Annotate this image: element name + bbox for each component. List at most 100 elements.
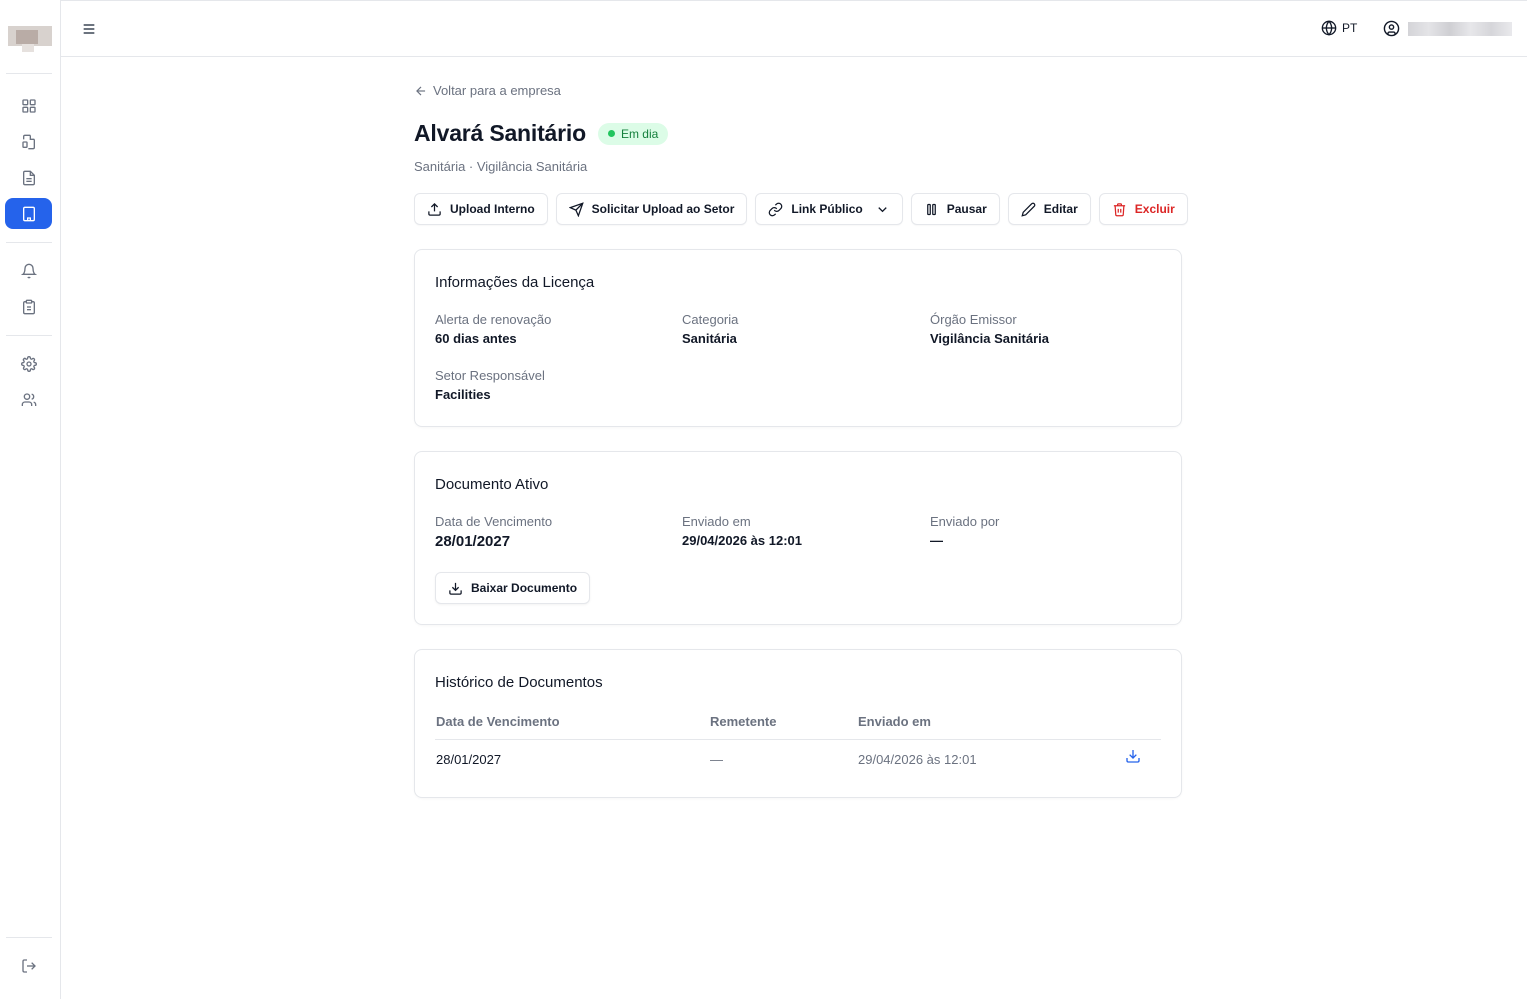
users-icon — [21, 392, 36, 406]
sidebar-item-companies[interactable] — [5, 198, 52, 229]
license-info-card: Informações da Licença Alerta de renovaç… — [414, 249, 1182, 427]
history-table: Data de Vencimento Remetente Enviado em … — [435, 710, 1161, 778]
sidebar — [0, 0, 61, 999]
globe-icon — [1321, 20, 1337, 36]
language-switcher[interactable]: PT — [1321, 20, 1357, 36]
sidebar-divider — [6, 242, 52, 243]
language-label: PT — [1342, 21, 1358, 35]
pencil-icon — [1021, 202, 1036, 217]
pause-button[interactable]: Pausar — [910, 193, 1000, 225]
row-download-button[interactable] — [1125, 748, 1141, 764]
page-title: Alvará Sanitário — [414, 120, 586, 146]
building-icon — [22, 206, 35, 221]
user-menu[interactable] — [1383, 20, 1512, 37]
row-due-date: 28/01/2027 — [436, 752, 502, 767]
issuer-field: Órgão Emissor Vigilância Sanitária — [930, 312, 1049, 346]
clipboard-icon — [22, 299, 35, 314]
file-text-icon — [22, 170, 35, 185]
delete-button[interactable]: Excluir — [1098, 193, 1188, 225]
request-upload-button[interactable]: Solicitar Upload ao Setor — [555, 193, 748, 225]
sent-by-label: Enviado por — [930, 514, 1000, 529]
top-bar: PT — [61, 0, 1527, 57]
download-icon — [449, 582, 462, 595]
table-row: 28/01/2027 — 29/04/2026 às 12:01 — [435, 740, 1161, 778]
document-history-card: Histórico de Documentos Data de Vencimen… — [414, 649, 1182, 798]
back-link-label: Voltar para a empresa — [433, 83, 561, 98]
row-sent-at: 29/04/2026 às 12:01 — [858, 752, 977, 767]
column-header: Enviado em — [858, 714, 931, 729]
pause-label: Pausar — [946, 202, 987, 216]
sidebar-item-notifications[interactable] — [5, 255, 52, 286]
sidebar-item-documents-link[interactable] — [5, 126, 52, 157]
pause-icon — [926, 203, 936, 215]
sidebar-item-tasks[interactable] — [5, 291, 52, 322]
status-dot-icon — [607, 130, 615, 137]
status-label: Em dia — [620, 126, 659, 141]
chevron-down-icon — [878, 206, 887, 212]
menu-toggle-button[interactable] — [81, 21, 97, 37]
renewal-alert-field: Alerta de renovação 60 dias antes — [435, 312, 551, 346]
sidebar-divider — [6, 335, 52, 336]
sector-field: Setor Responsável Facilities — [435, 368, 545, 402]
status-badge: Em dia — [597, 122, 669, 145]
due-date-field: Data de Vencimento 28/01/2027 — [435, 514, 552, 550]
column-header: Data de Vencimento — [436, 714, 560, 729]
active-document-card: Documento Ativo Data de Vencimento 28/01… — [414, 451, 1182, 625]
action-toolbar: Upload Interno Solicitar Upload ao Setor… — [414, 193, 1188, 225]
sent-by-field: Enviado por — — [930, 514, 999, 548]
delete-label: Excluir — [1134, 202, 1175, 216]
sent-by-value: — — [930, 533, 943, 548]
back-to-company-link[interactable]: Voltar para a empresa — [414, 83, 561, 98]
bell-icon — [20, 263, 37, 278]
logout-icon — [21, 958, 36, 973]
title-row: Alvará Sanitário Em dia — [414, 120, 669, 147]
due-date-value: 28/01/2027 — [435, 533, 511, 550]
issuer-value: Vigilância Sanitária — [930, 331, 1049, 346]
logout-button[interactable] — [5, 950, 52, 981]
renewal-alert-value: 60 dias antes — [435, 331, 517, 346]
sent-at-label: Enviado em — [682, 514, 751, 529]
table-header: Data de Vencimento Remetente Enviado em — [435, 710, 1161, 740]
sent-at-field: Enviado em 29/04/2026 às 12:01 — [682, 514, 802, 548]
sidebar-item-dashboard[interactable] — [5, 90, 52, 121]
category-field: Categoria Sanitária — [682, 312, 738, 346]
upload-internal-button[interactable]: Upload Interno — [414, 193, 548, 225]
gear-icon — [20, 355, 37, 372]
document-link-icon — [21, 134, 35, 149]
issuer-label: Órgão Emissor — [930, 312, 1017, 327]
sector-value: Facilities — [435, 387, 491, 402]
request-upload-label: Solicitar Upload ao Setor — [591, 202, 735, 216]
document-history-title: Histórico de Documentos — [435, 674, 603, 691]
user-circle-icon — [1383, 20, 1400, 37]
sent-at-value: 29/04/2026 às 12:01 — [682, 533, 802, 548]
arrow-left-icon — [416, 86, 426, 95]
download-document-label: Baixar Documento — [471, 581, 578, 595]
license-info-title: Informações da Licença — [435, 274, 595, 291]
hamburger-icon — [83, 24, 95, 34]
sector-label: Setor Responsável — [435, 368, 545, 383]
row-sender: — — [710, 752, 723, 767]
sidebar-divider — [6, 73, 52, 74]
category-label: Categoria — [682, 312, 739, 327]
sidebar-item-files[interactable] — [5, 162, 52, 193]
send-icon — [568, 201, 584, 217]
trash-icon — [1113, 202, 1125, 216]
active-document-title: Documento Ativo — [435, 476, 549, 493]
public-link-dropdown[interactable]: Link Público — [755, 193, 903, 225]
dashboard-grid-icon — [21, 98, 36, 113]
upload-icon — [428, 202, 441, 216]
due-date-label: Data de Vencimento — [435, 514, 553, 529]
edit-button[interactable]: Editar — [1007, 193, 1091, 225]
download-document-button[interactable]: Baixar Documento — [435, 572, 591, 604]
download-icon — [1126, 750, 1140, 763]
public-link-label: Link Público — [791, 202, 863, 216]
sidebar-item-settings[interactable] — [5, 348, 52, 379]
app-logo[interactable] — [8, 22, 52, 52]
page-subtitle: Sanitária · Vigilância Sanitária — [414, 159, 588, 174]
link-icon — [769, 202, 783, 216]
sidebar-item-users[interactable] — [5, 384, 52, 415]
edit-label: Editar — [1043, 202, 1078, 216]
renewal-alert-label: Alerta de renovação — [435, 312, 552, 327]
category-value: Sanitária — [682, 331, 737, 346]
user-name-redacted — [1408, 21, 1512, 36]
